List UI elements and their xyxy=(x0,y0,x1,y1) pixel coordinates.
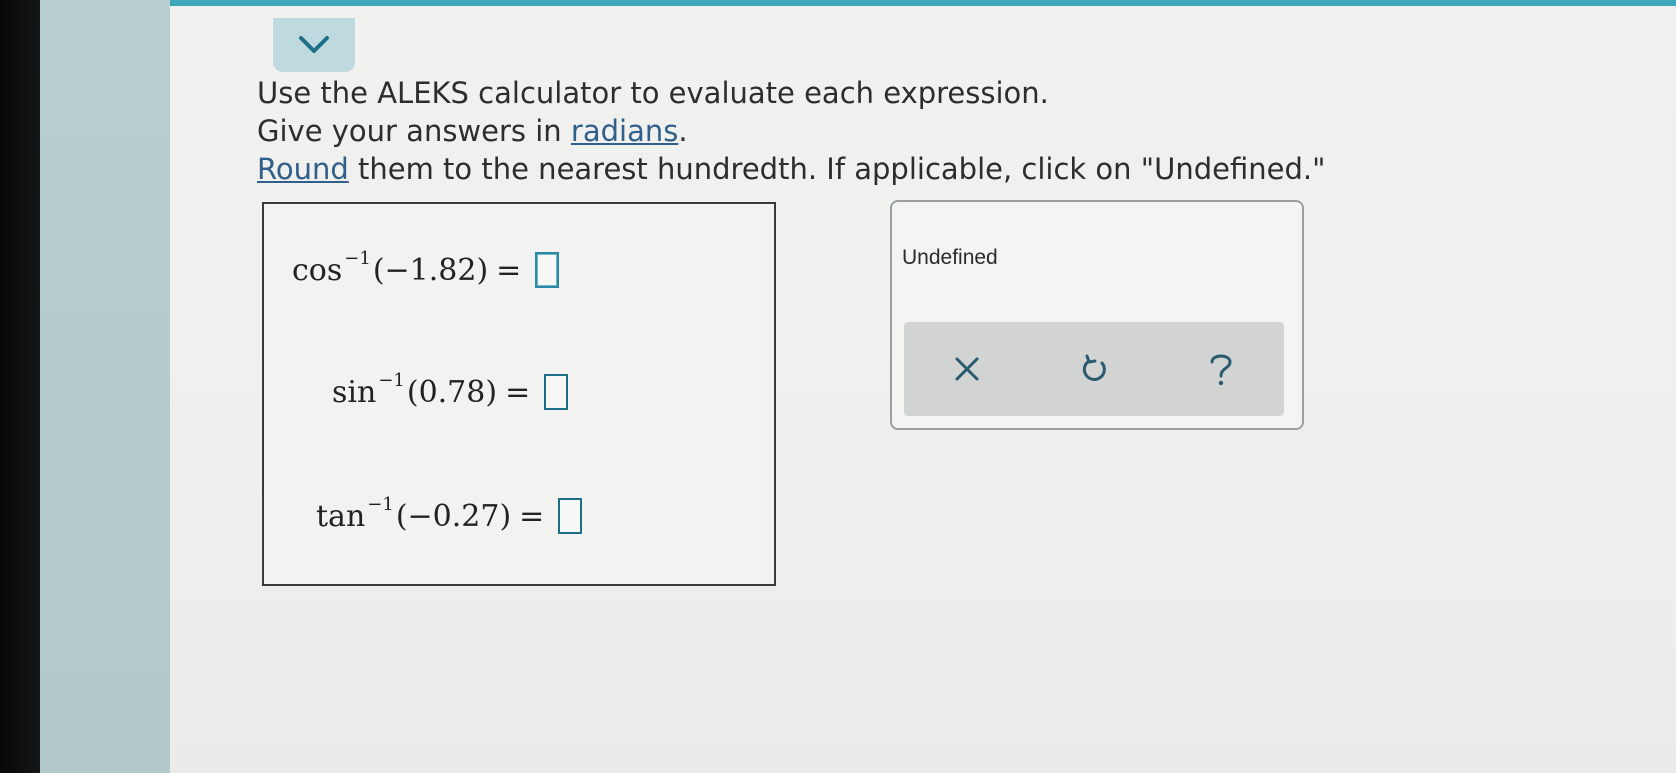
problem-row: cos −1 (−1.82) = xyxy=(292,248,560,288)
answer-input-cos[interactable] xyxy=(535,252,560,288)
instruction-line-2: Give your answers in radians. xyxy=(257,112,1457,150)
instruction-line-3-text: them to the nearest hundredth. If applic… xyxy=(348,152,1326,186)
equals-sign: = xyxy=(496,252,522,288)
tool-bar xyxy=(904,322,1284,416)
argument: (−0.27) xyxy=(395,498,512,534)
x-icon xyxy=(955,357,979,381)
problem-row: sin −1 (0.78) = xyxy=(332,370,569,410)
problem-row: tan −1 (−0.27) = xyxy=(316,494,583,534)
help-icon xyxy=(1210,354,1232,386)
instruction-line-3: Round them to the nearest hundredth. If … xyxy=(257,150,1457,188)
undo-button[interactable] xyxy=(1064,339,1124,399)
tools-panel: Undefined xyxy=(890,200,1304,430)
undefined-button[interactable]: Undefined xyxy=(902,246,998,270)
exponent: −1 xyxy=(367,493,394,515)
instructions: Use the ALEKS calculator to evaluate eac… xyxy=(257,74,1457,188)
argument: (0.78) xyxy=(406,374,498,410)
screen: Use the ALEKS calculator to evaluate eac… xyxy=(40,0,1676,773)
equals-sign: = xyxy=(505,374,531,410)
problem-panel: cos −1 (−1.82) = sin −1 (0.78) = tan −1 … xyxy=(262,202,776,586)
instruction-line-2-end: . xyxy=(678,114,688,148)
radians-link[interactable]: radians xyxy=(571,114,678,148)
instruction-line-1: Use the ALEKS calculator to evaluate eac… xyxy=(257,76,1049,110)
equals-sign: = xyxy=(519,498,545,534)
function-name: tan xyxy=(316,498,366,534)
chevron-down-icon xyxy=(299,36,329,53)
answer-input-sin[interactable] xyxy=(544,374,569,410)
argument: (−1.82) xyxy=(372,252,489,288)
collapse-toggle-button[interactable] xyxy=(273,18,355,72)
clear-button[interactable] xyxy=(937,339,997,399)
round-link[interactable]: Round xyxy=(257,152,349,186)
function-name: sin xyxy=(332,374,377,410)
help-button[interactable] xyxy=(1191,339,1251,399)
answer-input-tan[interactable] xyxy=(558,498,583,534)
instruction-line-2-text: Give your answers in xyxy=(257,114,571,148)
exponent: −1 xyxy=(344,247,371,269)
function-name: cos xyxy=(292,252,343,288)
exponent: −1 xyxy=(378,369,405,391)
undo-icon xyxy=(1082,354,1106,381)
